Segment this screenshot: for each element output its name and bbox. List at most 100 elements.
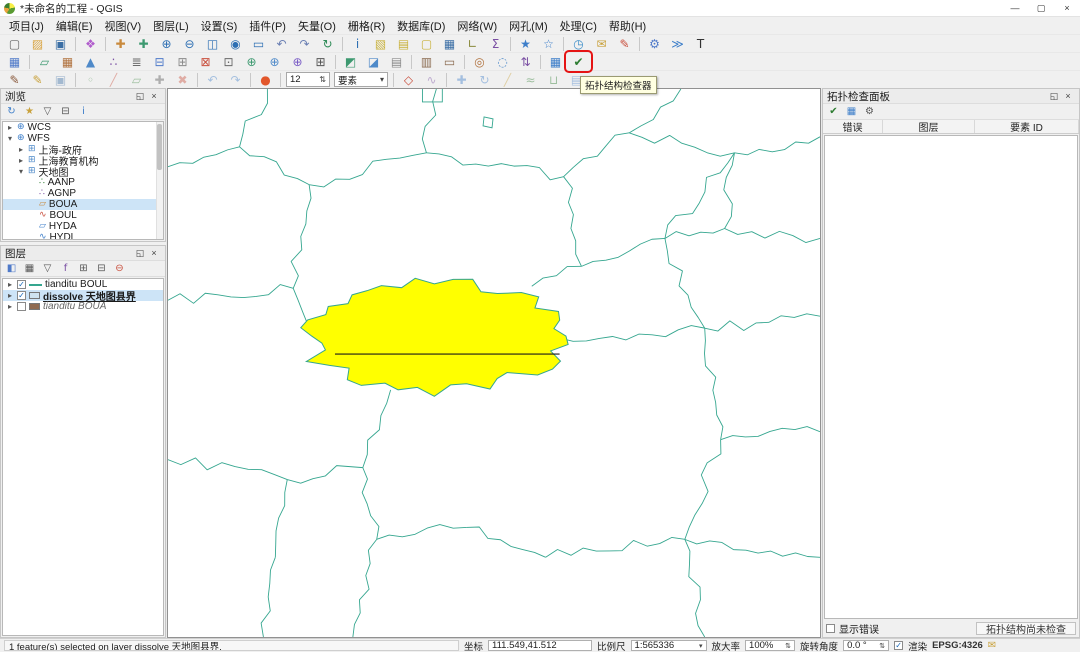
coordinate-input[interactable]: 111.549,41.512 xyxy=(488,640,593,651)
expand-arrow-icon[interactable]: ▸ xyxy=(6,291,14,300)
text-annotation-button[interactable]: T xyxy=(689,35,712,52)
rotation-input[interactable]: 0.0 ° ⇅ xyxy=(843,640,890,651)
close-panel-icon[interactable]: × xyxy=(147,248,161,258)
move-feature-button[interactable]: ✚ xyxy=(450,71,473,88)
redo-button[interactable]: ↷ xyxy=(224,71,247,88)
add-spatialite-layer-button[interactable]: ⊞ xyxy=(171,53,194,70)
undock-panel-icon[interactable]: ◱ xyxy=(1047,91,1061,102)
refresh-browser-button[interactable]: ↻ xyxy=(3,105,20,119)
digitize-line-button[interactable]: ╱ xyxy=(102,71,125,88)
tree-item[interactable]: ∴ AANP xyxy=(3,177,163,188)
menu-item-3[interactable]: 视图(V) xyxy=(99,17,148,35)
zoom-in-button[interactable]: ⊕ xyxy=(155,35,178,52)
menu-item-5[interactable]: 设置(S) xyxy=(195,17,244,35)
layout-manager-button[interactable]: ▥ xyxy=(415,53,438,70)
collapse-arrow-icon[interactable]: ▾ xyxy=(17,167,25,176)
georeferencer-button[interactable]: ◎ xyxy=(468,53,491,70)
tree-item[interactable]: ▾ ⊕ WFS xyxy=(3,133,163,144)
close-panel-icon[interactable]: × xyxy=(147,91,161,101)
rotate-feature-button[interactable]: ↻ xyxy=(473,71,496,88)
show-errors-checkbox[interactable] xyxy=(826,624,835,633)
zoom-to-selection-button[interactable]: ◉ xyxy=(224,35,247,52)
expand-arrow-icon[interactable]: ▸ xyxy=(6,302,14,311)
layer-item[interactable]: ▸ ✓ dissolve 天地图县界 xyxy=(3,290,163,303)
messages-icon[interactable]: ✉ xyxy=(988,640,996,651)
tree-item[interactable]: ▸ ⊕ WCS xyxy=(3,122,163,133)
add-oracle-layer-button[interactable]: ⊠ xyxy=(194,53,217,70)
scrollbar[interactable] xyxy=(156,122,163,239)
statistical-summary-button[interactable]: Σ xyxy=(484,35,507,52)
snapping-toggle-button[interactable]: ◇ xyxy=(397,71,420,88)
python-console-button[interactable]: ≫ xyxy=(666,35,689,52)
add-point-cloud-layer-button[interactable]: ∴ xyxy=(102,53,125,70)
layer-visibility-checkbox[interactable]: ✓ xyxy=(17,280,26,289)
minimize-button[interactable]: — xyxy=(1002,3,1028,13)
offline-editing-button[interactable]: ⇅ xyxy=(514,53,537,70)
reshape-features-button[interactable]: ≈ xyxy=(519,71,542,88)
topology-error-list[interactable] xyxy=(824,135,1078,619)
undock-panel-icon[interactable]: ◱ xyxy=(133,91,147,102)
scale-combo[interactable]: 1:565336 ▾ xyxy=(630,640,707,651)
layer-item[interactable]: ▸ tianditu BOUA xyxy=(3,301,163,312)
add-mesh-layer-button[interactable]: ▲ xyxy=(79,53,102,70)
check-geometries-button[interactable]: ▦ xyxy=(544,53,567,70)
current-edits-button[interactable]: ✎ xyxy=(3,71,26,88)
remove-layer-button[interactable]: ⊖ xyxy=(111,262,128,276)
snap-tolerance-combo[interactable]: 12 ⇅ xyxy=(286,72,330,87)
toggle-editing-button[interactable]: ✎ xyxy=(26,71,49,88)
add-postgis-layer-button[interactable]: ⊟ xyxy=(148,53,171,70)
menu-item-8[interactable]: 栅格(R) xyxy=(342,17,391,35)
menu-item-9[interactable]: 数据库(D) xyxy=(391,17,451,35)
menu-item-12[interactable]: 处理(C) xyxy=(554,17,603,35)
menu-item-2[interactable]: 编辑(E) xyxy=(50,17,99,35)
new-project-button[interactable]: ▢ xyxy=(3,35,26,52)
add-wms-layer-button[interactable]: ⊕ xyxy=(240,53,263,70)
add-wcs-layer-button[interactable]: ⊕ xyxy=(263,53,286,70)
pan-map-button[interactable]: ✚ xyxy=(109,35,132,52)
validate-extent-button[interactable]: ▦ xyxy=(843,105,860,119)
tree-item[interactable]: ∿ BOUL xyxy=(3,210,163,221)
digitize-polygon-button[interactable]: ▱ xyxy=(125,71,148,88)
close-panel-icon[interactable]: × xyxy=(1061,91,1075,101)
browser-properties-button[interactable]: i xyxy=(75,105,92,119)
zoom-out-button[interactable]: ⊖ xyxy=(178,35,201,52)
add-xyz-layer-button[interactable]: ⊞ xyxy=(309,53,332,70)
datasource-manager-button[interactable]: ▦ xyxy=(3,53,26,70)
zoom-full-button[interactable]: ◫ xyxy=(201,35,224,52)
save-project-button[interactable]: ▣ xyxy=(49,35,72,52)
new-annotation-button[interactable]: ✎ xyxy=(613,35,636,52)
tree-item[interactable]: ∴ AGNP xyxy=(3,188,163,199)
topology-column-header[interactable]: 图层 xyxy=(883,120,975,134)
render-checkbox[interactable]: ✓ xyxy=(894,641,904,650)
menu-item-4[interactable]: 图层(L) xyxy=(147,17,194,35)
zoom-last-button[interactable]: ↶ xyxy=(270,35,293,52)
tree-item[interactable]: ∿ HYDL xyxy=(3,232,163,239)
filter-legend-button[interactable]: ▽ xyxy=(39,262,56,276)
expand-arrow-icon[interactable]: ▸ xyxy=(6,123,14,132)
expand-arrow-icon[interactable]: ▸ xyxy=(17,156,25,165)
map-canvas[interactable] xyxy=(167,88,821,638)
menu-item-10[interactable]: 网络(W) xyxy=(451,17,503,35)
collapse-all-layers-button[interactable]: ⊟ xyxy=(93,262,110,276)
layer-visibility-checkbox[interactable] xyxy=(17,302,26,311)
tree-item[interactable]: ▱ BOUA xyxy=(3,199,163,210)
add-vector-layer-button[interactable]: ▱ xyxy=(33,53,56,70)
add-wfs-layer-button[interactable]: ⊕ xyxy=(286,53,309,70)
selected-feature-polygon[interactable] xyxy=(300,277,569,397)
menu-item-13[interactable]: 帮助(H) xyxy=(603,17,652,35)
osm-marker-button[interactable]: ● xyxy=(254,71,277,88)
save-layer-edits-button[interactable]: ▣ xyxy=(49,71,72,88)
close-button[interactable]: × xyxy=(1054,3,1080,13)
menu-item-7[interactable]: 矢量(O) xyxy=(292,17,342,35)
select-by-expression-button[interactable]: ▤ xyxy=(392,35,415,52)
new-bookmark-button[interactable]: ★ xyxy=(514,35,537,52)
pan-to-selection-button[interactable]: ✚ xyxy=(132,35,155,52)
collapse-all-browser-button[interactable]: ⊟ xyxy=(57,105,74,119)
magnifier-input[interactable]: 100% ⇅ xyxy=(745,640,796,651)
menu-item-1[interactable]: 项目(J) xyxy=(3,17,50,35)
topology-checker-button[interactable]: ✔ xyxy=(564,50,593,73)
expand-all-layers-button[interactable]: ⊞ xyxy=(75,262,92,276)
topology-column-header[interactable]: 要素 ID xyxy=(975,120,1079,134)
add-virtual-layer-button[interactable]: ⊡ xyxy=(217,53,240,70)
select-features-button[interactable]: ▧ xyxy=(369,35,392,52)
